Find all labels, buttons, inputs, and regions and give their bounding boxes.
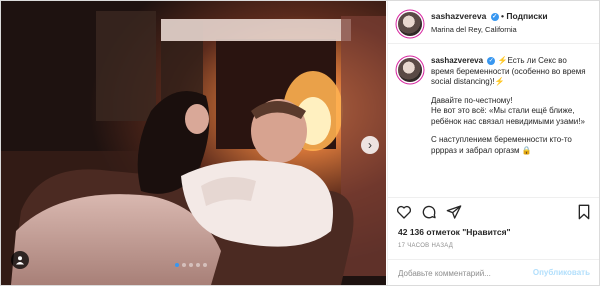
carousel-dot <box>182 263 186 267</box>
post-modal: › sashazvereva ✓ • Подписки Marina del R… <box>0 0 600 286</box>
comment-icon[interactable] <box>421 204 437 220</box>
caption-username[interactable]: sashazvereva <box>431 56 483 65</box>
bookmark-icon[interactable] <box>576 204 592 220</box>
verified-badge-icon: ✓ <box>487 56 496 65</box>
carousel-dot <box>189 263 193 267</box>
lightning-emoji-icon: ⚡ <box>497 56 508 65</box>
post-header: sashazvereva ✓ • Подписки Marina del Rey… <box>388 1 599 44</box>
carousel-dot <box>203 263 207 267</box>
caption-paragraph: Давайте по-честному! Не вот это всё: «Мы… <box>431 96 591 128</box>
carousel-indicator <box>175 263 207 267</box>
verified-badge-icon: ✓ <box>490 12 499 21</box>
heart-icon[interactable] <box>396 204 412 220</box>
photo-image <box>1 1 386 285</box>
caption-area: sashazvereva ✓ ⚡Есть ли Секс во время бе… <box>388 43 599 195</box>
share-icon[interactable] <box>446 204 462 220</box>
avatar[interactable] <box>398 58 422 82</box>
chevron-right-icon: › <box>368 138 372 152</box>
publish-button[interactable]: Опубликовать <box>533 268 590 277</box>
action-bar <box>388 197 599 226</box>
caption-line-3: С наступлением беременности кто-то ррррa… <box>431 135 572 155</box>
caption-paragraph: sashazvereva ✓ ⚡Есть ли Секс во время бе… <box>431 56 591 88</box>
user-tag-icon <box>16 256 24 265</box>
lightning-emoji-icon: ⚡ <box>494 77 505 86</box>
follow-button[interactable]: Подписки <box>506 11 547 21</box>
post-photo[interactable]: › <box>1 1 386 285</box>
avatar[interactable] <box>398 12 422 36</box>
carousel-dot <box>196 263 200 267</box>
likes-count[interactable]: 42 136 отметок "Нравится" <box>398 227 511 237</box>
caption-text: sashazvereva ✓ ⚡Есть ли Секс во время бе… <box>431 56 591 164</box>
comment-input[interactable] <box>398 266 538 280</box>
lock-emoji-icon: 🔒 <box>521 145 532 155</box>
user-tag-button[interactable] <box>11 251 29 269</box>
next-photo-button[interactable]: › <box>361 136 379 154</box>
header-username-row: sashazvereva ✓ • Подписки <box>431 11 548 21</box>
comment-bar: Опубликовать <box>388 259 599 285</box>
caption-line-2b: Не вот это всё: «Мы стали ещё ближе, реб… <box>431 106 585 126</box>
carousel-dot <box>175 263 179 267</box>
location-link[interactable]: Marina del Rey, California <box>431 25 517 34</box>
username-link[interactable]: sashazvereva <box>431 11 486 21</box>
caption-paragraph: С наступлением беременности кто-то ррррa… <box>431 135 591 156</box>
caption-fade <box>388 187 599 195</box>
post-timestamp[interactable]: 17 ЧАСОВ НАЗАД <box>398 243 453 249</box>
caption-line-2a: Давайте по-честному! <box>431 95 513 105</box>
post-sidebar: sashazvereva ✓ • Подписки Marina del Rey… <box>387 1 599 285</box>
